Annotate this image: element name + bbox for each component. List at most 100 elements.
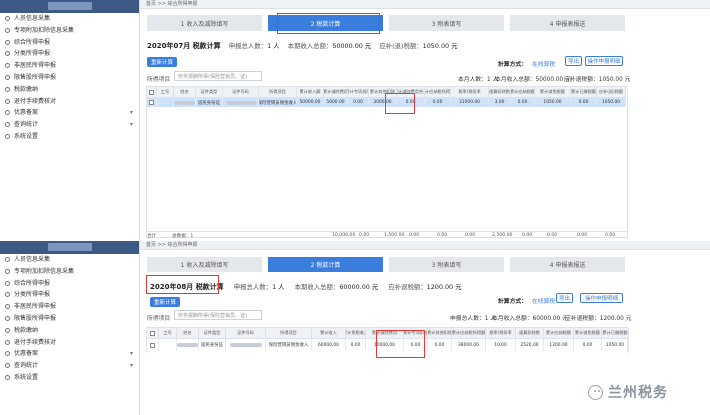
calc-mode-link[interactable]: 在线算税 [532,59,555,68]
col-header[interactable]: 应补(退)税额 [597,87,626,98]
sidebar-item[interactable]: 综合所得申报 [0,37,139,49]
footer-cell: 0.00 [437,233,448,238]
calc-mode-link[interactable]: 在线算税 [532,296,555,305]
step-tax-calc[interactable]: 2 税款计算 [268,15,383,31]
sidebar-item[interactable]: 限售股所得申报 [0,72,139,84]
col-header[interactable]: 累计减除费用 [324,87,348,98]
col-header[interactable]: 累计专项扣除 [348,87,369,98]
sidebar-item[interactable]: 优惠备案 ▾ [0,107,139,119]
table-col: 累计收入额 50000.00 [297,87,324,237]
table-col: 证件类型 居民身份证 [199,328,226,353]
col-header[interactable]: 工号 [159,328,177,339]
sidebar-item[interactable]: 限售股所得申报 [0,313,139,325]
footer-cell: 0.00 [522,233,533,238]
sidebar-item[interactable]: 综合所得申报 [0,278,139,290]
col-header[interactable]: 累计应纳税额 [544,328,574,339]
step-attachment[interactable]: 3 附表填写 [389,257,504,272]
row-checkbox[interactable] [149,100,154,105]
export-button[interactable]: 导出 [565,56,582,66]
col-header[interactable]: 累计减除费用 [366,328,404,339]
col-header[interactable]: 累计其他扣除 [369,87,397,98]
col-header[interactable]: 累计专项扣除 [404,328,428,339]
income-item-select[interactable]: 劳务报酬所得(保险营销员、证) [174,71,262,81]
col-header[interactable]: 所得项目 [266,328,312,339]
checkbox-all[interactable] [150,330,155,336]
row-checkbox[interactable] [150,342,155,348]
col-header[interactable]: 累计免税收入 [346,328,366,339]
table-col: 累计减除费用合计0.00 [397,87,425,237]
sidebar-item[interactable]: 人员信息采集 [0,13,139,25]
col-header[interactable]: 累计减免税额 [535,87,571,98]
col-header[interactable]: 累计收入 [312,328,346,339]
table-col: 姓名 [177,328,199,353]
persons-label: 申报总人数： [228,42,268,50]
step-submit[interactable]: 4 申报表报送 [510,15,625,31]
export-button[interactable]: 导出 [556,293,573,303]
col-header[interactable]: 证件号码 [226,328,266,339]
sidebar-item[interactable]: 系统设置 [0,131,139,143]
sidebar-item[interactable]: 系统设置 [0,372,139,384]
table-col: 累计减免税额 1050.00 [535,87,571,237]
sidebar-item[interactable]: 税款缴纳 [0,84,139,96]
sidebar-item[interactable]: 税款缴纳 [0,325,139,337]
step-submit[interactable]: 4 申报表报送 [510,257,625,272]
col-header[interactable]: 证件类型 [199,328,226,339]
sidebar-item[interactable]: 专项附加扣除信息采集 [0,266,139,278]
step-income[interactable]: 1 收入及减除填写 [147,257,262,272]
col-header[interactable]: 累计减除费用合计 [397,87,425,98]
sidebar-item[interactable]: 分类所得申报 [0,289,139,301]
col-header[interactable]: 姓名 [177,328,199,339]
col-header[interactable]: 税率/预扣率 [451,87,489,98]
col-header[interactable]: 累计已缴税额 [571,87,597,98]
sidebar-item[interactable]: 人员信息采集 [0,254,139,266]
sidebar-label: 优惠备案 [14,350,39,358]
col-header[interactable]: 所得项目 [259,87,297,98]
batch-detail-button[interactable]: 操作申报明细 [580,293,623,303]
recalculate-button[interactable]: 重新计算 [147,57,177,67]
sidebar-item[interactable]: 查询统计 ▾ [0,119,139,131]
col-header[interactable]: 姓名 [174,87,196,98]
col-header[interactable]: 证件类型 [196,87,223,98]
sidebar-item[interactable]: 退付手续费核对 [0,337,139,349]
col-header[interactable]: 累计应纳税额 [511,87,535,98]
sidebar-label: 系统设置 [14,373,39,381]
sidebar-label: 非居民所得申报 [14,62,57,70]
col-header[interactable]: 税率/预扣率 [486,328,516,339]
col-header[interactable]: 证件号码 [223,87,259,98]
table-cell: 居民身份证 [199,339,226,351]
step-tax-calc[interactable]: 2 税款计算 [268,257,383,272]
sidebar-item[interactable]: 查询统计 ▾ [0,360,139,372]
col-header[interactable]: 工号 [157,87,174,98]
checkbox-all[interactable] [149,89,154,95]
col-header[interactable]: 累计应纳税所得额 [452,328,486,339]
app-logo [0,241,139,254]
sidebar-label: 税款缴纳 [14,326,39,334]
step-income[interactable]: 1 收入及减除填写 [147,15,262,31]
sidebar-item[interactable]: 非居民所得申报 [0,301,139,313]
col-header[interactable]: 累计收入额 [297,87,324,98]
recalculate-button[interactable]: 重新计算 [150,297,180,307]
sidebar-item[interactable]: 非居民所得申报 [0,60,139,72]
col-header[interactable]: 累计减免税额 [574,328,602,339]
sidebar-label: 分类所得申报 [14,291,51,299]
col-header[interactable]: 速算扣除数 [489,87,511,98]
col-header[interactable]: 累计其他扣除 [428,328,452,339]
table-col: 累计应纳税额 0.00 [511,87,535,237]
step-attachment[interactable]: 3 附表填写 [389,15,504,31]
table-cell: 0.00 [404,339,428,351]
batch-detail-button[interactable]: 操作申报明细 [585,56,623,66]
table-col: 证件号码 [223,87,259,237]
circle-icon [5,39,10,45]
col-header[interactable]: 累计已缴税额 [602,328,629,339]
col-header[interactable]: 速算扣除数 [516,328,544,339]
table-footer: 合计 总数据：1 10,000.00 0.00 1,500.00 0.00 0.… [147,231,628,239]
sidebar-label: 查询统计 [14,362,39,370]
sidebar-item[interactable]: 优惠备案 ▾ [0,348,139,360]
sidebar-item[interactable]: 退付手续费核对 [0,96,139,108]
col-header[interactable]: 累计应纳税所得额 [425,87,451,98]
sidebar-item[interactable]: 专项附加扣除信息采集 [0,25,139,37]
chevron-down-icon: ▾ [129,350,133,358]
sidebar-item[interactable]: 分类所得申报 [0,48,139,60]
table-cell [159,339,177,351]
income-item-select[interactable]: 劳务报酬所得(保险营销员、证) [174,310,262,320]
